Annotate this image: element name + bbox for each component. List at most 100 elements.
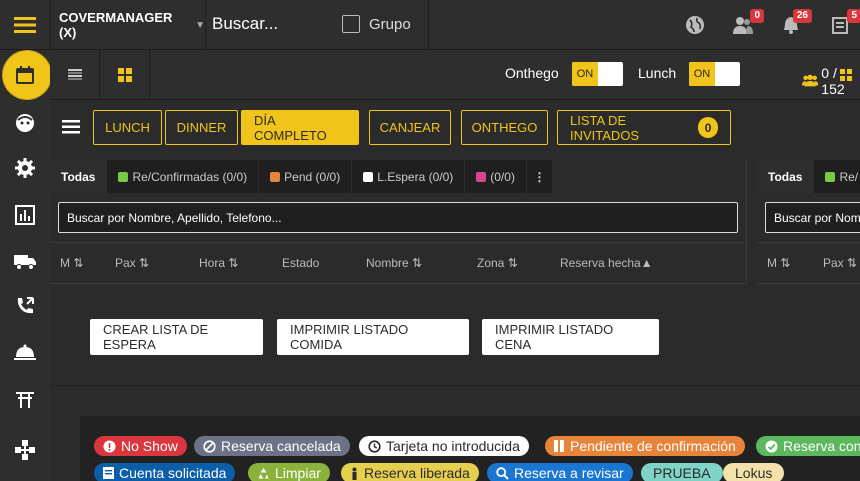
redeem-button[interactable]: CANJEAR bbox=[369, 110, 451, 145]
users-badge: 0 bbox=[750, 9, 764, 23]
reservations-panel-left: Todas Re/Confirmadas (0/0) Pend (0/0) L.… bbox=[50, 160, 746, 284]
shift-full-day-button[interactable]: DÍA COMPLETO bbox=[241, 110, 359, 145]
bar-chart-icon bbox=[15, 205, 35, 225]
list-view-button[interactable] bbox=[50, 50, 100, 100]
panel-menu-button[interactable] bbox=[62, 120, 80, 137]
reservation-table-header: M ⇅ Pax ⇅ Hora ⇅ Estado Nombre ⇅ Zona ⇅ … bbox=[50, 242, 746, 284]
onthego-button[interactable]: ONTHEGO bbox=[461, 110, 548, 145]
main-menu-button[interactable] bbox=[0, 0, 50, 50]
top-separator bbox=[428, 0, 429, 50]
status-tabs-right: Todas Re/ bbox=[757, 160, 860, 193]
face-icon bbox=[16, 114, 34, 132]
tab-all-right[interactable]: Todas bbox=[757, 160, 815, 193]
clock-icon bbox=[368, 439, 381, 453]
column-pax[interactable]: Pax ⇅ bbox=[115, 256, 149, 270]
global-search-input[interactable]: Buscar... bbox=[212, 14, 278, 34]
column-zone[interactable]: Zona ⇅ bbox=[477, 256, 518, 270]
lunch-toggle[interactable]: ON bbox=[689, 62, 740, 86]
guest-list-count: 0 bbox=[698, 117, 718, 138]
column-pax-right[interactable]: Pax ⇅ bbox=[823, 256, 857, 270]
check-icon bbox=[765, 440, 778, 453]
pending-swatch bbox=[270, 171, 281, 182]
print-dinner-list-button[interactable]: IMPRIMIR LISTADO CENA bbox=[482, 319, 659, 355]
users-icon[interactable]: 0 bbox=[731, 9, 764, 37]
sort-icon: ⇅ bbox=[73, 256, 84, 270]
tab-confirmed[interactable]: Re/Confirmadas (0/0) bbox=[107, 160, 260, 193]
guest-list-button[interactable]: LISTA DE INVITADOS 0 bbox=[557, 110, 731, 145]
receipt-icon bbox=[103, 467, 114, 479]
column-m[interactable]: M ⇅ bbox=[60, 256, 83, 270]
column-time[interactable]: Hora ⇅ bbox=[199, 256, 238, 270]
create-waitlist-button[interactable]: CREAR LISTA DE ESPERA bbox=[90, 319, 263, 355]
hamburger-icon bbox=[14, 17, 36, 33]
sort-icon: ⇅ bbox=[228, 256, 239, 270]
pause-icon bbox=[554, 440, 565, 452]
reservations-panel-right: Todas Re/ Buscar por Nombre M ⇅ Pax ⇅ bbox=[757, 160, 860, 284]
print-lunch-list-button[interactable]: IMPRIMIR LISTADO COMIDA bbox=[277, 319, 469, 355]
chevron-down-icon: ▼ bbox=[195, 19, 205, 31]
globe-icon[interactable] bbox=[683, 13, 707, 37]
onthego-toggle-state: ON bbox=[572, 62, 598, 86]
lunch-label: Lunch bbox=[638, 65, 677, 81]
section-divider bbox=[50, 385, 860, 386]
notifications-badge: 26 bbox=[792, 9, 812, 23]
checkbox-box[interactable] bbox=[342, 15, 360, 33]
legend-bill-requested: Cuenta solicitada bbox=[94, 463, 236, 481]
column-m-right[interactable]: M ⇅ bbox=[767, 256, 790, 270]
confirmed-swatch bbox=[118, 171, 129, 182]
tab-pending[interactable]: Pend (0/0) bbox=[259, 160, 353, 193]
legend-test: PRUEBA bbox=[641, 463, 723, 481]
legend-clean: Limpiar bbox=[248, 463, 330, 481]
guest-list-label: LISTA DE INVITADOS bbox=[570, 112, 640, 143]
legend-pending-confirmation: Pendiente de confirmación bbox=[545, 436, 745, 456]
venue-name: COVERMANAGER (X) bbox=[59, 10, 173, 40]
legend-no-show: No Show bbox=[94, 436, 187, 456]
sort-up-icon: ▲ bbox=[640, 256, 653, 270]
sidebar-item-calls[interactable] bbox=[0, 284, 50, 328]
reservations-badge: 5 bbox=[847, 9, 860, 23]
legend-reserved: Reserva con bbox=[756, 436, 860, 456]
sidebar-item-service[interactable] bbox=[0, 330, 50, 374]
onthego-toggle[interactable]: ON bbox=[572, 62, 623, 86]
panel-divider bbox=[746, 160, 747, 284]
truck-icon bbox=[14, 255, 36, 270]
legend-no-card: Tarjeta no introducida bbox=[359, 436, 529, 456]
column-status: Estado bbox=[282, 256, 320, 270]
bell-icon[interactable]: 26 bbox=[779, 9, 812, 37]
tab-waitlist[interactable]: L.Espera (0/0) bbox=[352, 160, 466, 193]
shift-lunch-button[interactable]: LUNCH bbox=[93, 110, 162, 145]
sidebar-item-integrations[interactable] bbox=[0, 428, 50, 472]
reservations-list-icon[interactable]: 5 bbox=[828, 9, 860, 37]
sort-icon: ⇅ bbox=[139, 256, 150, 270]
ban-icon bbox=[203, 439, 216, 453]
grid-small-icon[interactable] bbox=[840, 69, 852, 84]
tab-confirmed-right[interactable]: Re/ bbox=[814, 160, 860, 193]
tab-all[interactable]: Todas bbox=[50, 160, 108, 193]
legend-review: Reserva a revisar bbox=[487, 463, 633, 481]
status-tabs: Todas Re/Confirmadas (0/0) Pend (0/0) L.… bbox=[50, 160, 746, 193]
sort-icon: ⇅ bbox=[412, 256, 423, 270]
sidebar-item-calendar[interactable] bbox=[0, 53, 50, 97]
more-tabs-button[interactable]: ⋮ bbox=[527, 160, 553, 193]
tab-other[interactable]: (0/0) bbox=[465, 160, 527, 193]
sidebar-item-settings[interactable] bbox=[0, 146, 50, 190]
cloche-icon bbox=[14, 344, 36, 360]
column-name[interactable]: Nombre ⇅ bbox=[366, 256, 422, 270]
gear-icon bbox=[15, 158, 35, 178]
shift-dinner-button[interactable]: DINNER bbox=[165, 110, 238, 145]
sidebar-item-delivery[interactable] bbox=[0, 239, 50, 283]
people-icon bbox=[802, 74, 819, 87]
reservation-search-input[interactable]: Buscar por Nombre, Apellido, Telefono... bbox=[58, 202, 738, 233]
sidebar-item-stats[interactable] bbox=[0, 193, 50, 237]
venue-selector[interactable]: COVERMANAGER (X) ▼ bbox=[50, 0, 206, 50]
sidebar-item-clients[interactable] bbox=[0, 101, 50, 145]
grid-icon bbox=[117, 68, 132, 82]
group-checkbox[interactable]: Grupo bbox=[342, 15, 411, 33]
recycle-icon bbox=[257, 467, 270, 480]
alert-circle-icon bbox=[103, 440, 116, 453]
column-booked-at[interactable]: Reserva hecha▲ bbox=[560, 256, 653, 270]
confirmed-swatch-right bbox=[825, 171, 836, 182]
reservation-search-input-right[interactable]: Buscar por Nombre bbox=[765, 202, 860, 233]
sidebar-item-gates[interactable] bbox=[0, 378, 50, 422]
grid-view-button[interactable] bbox=[100, 50, 150, 100]
